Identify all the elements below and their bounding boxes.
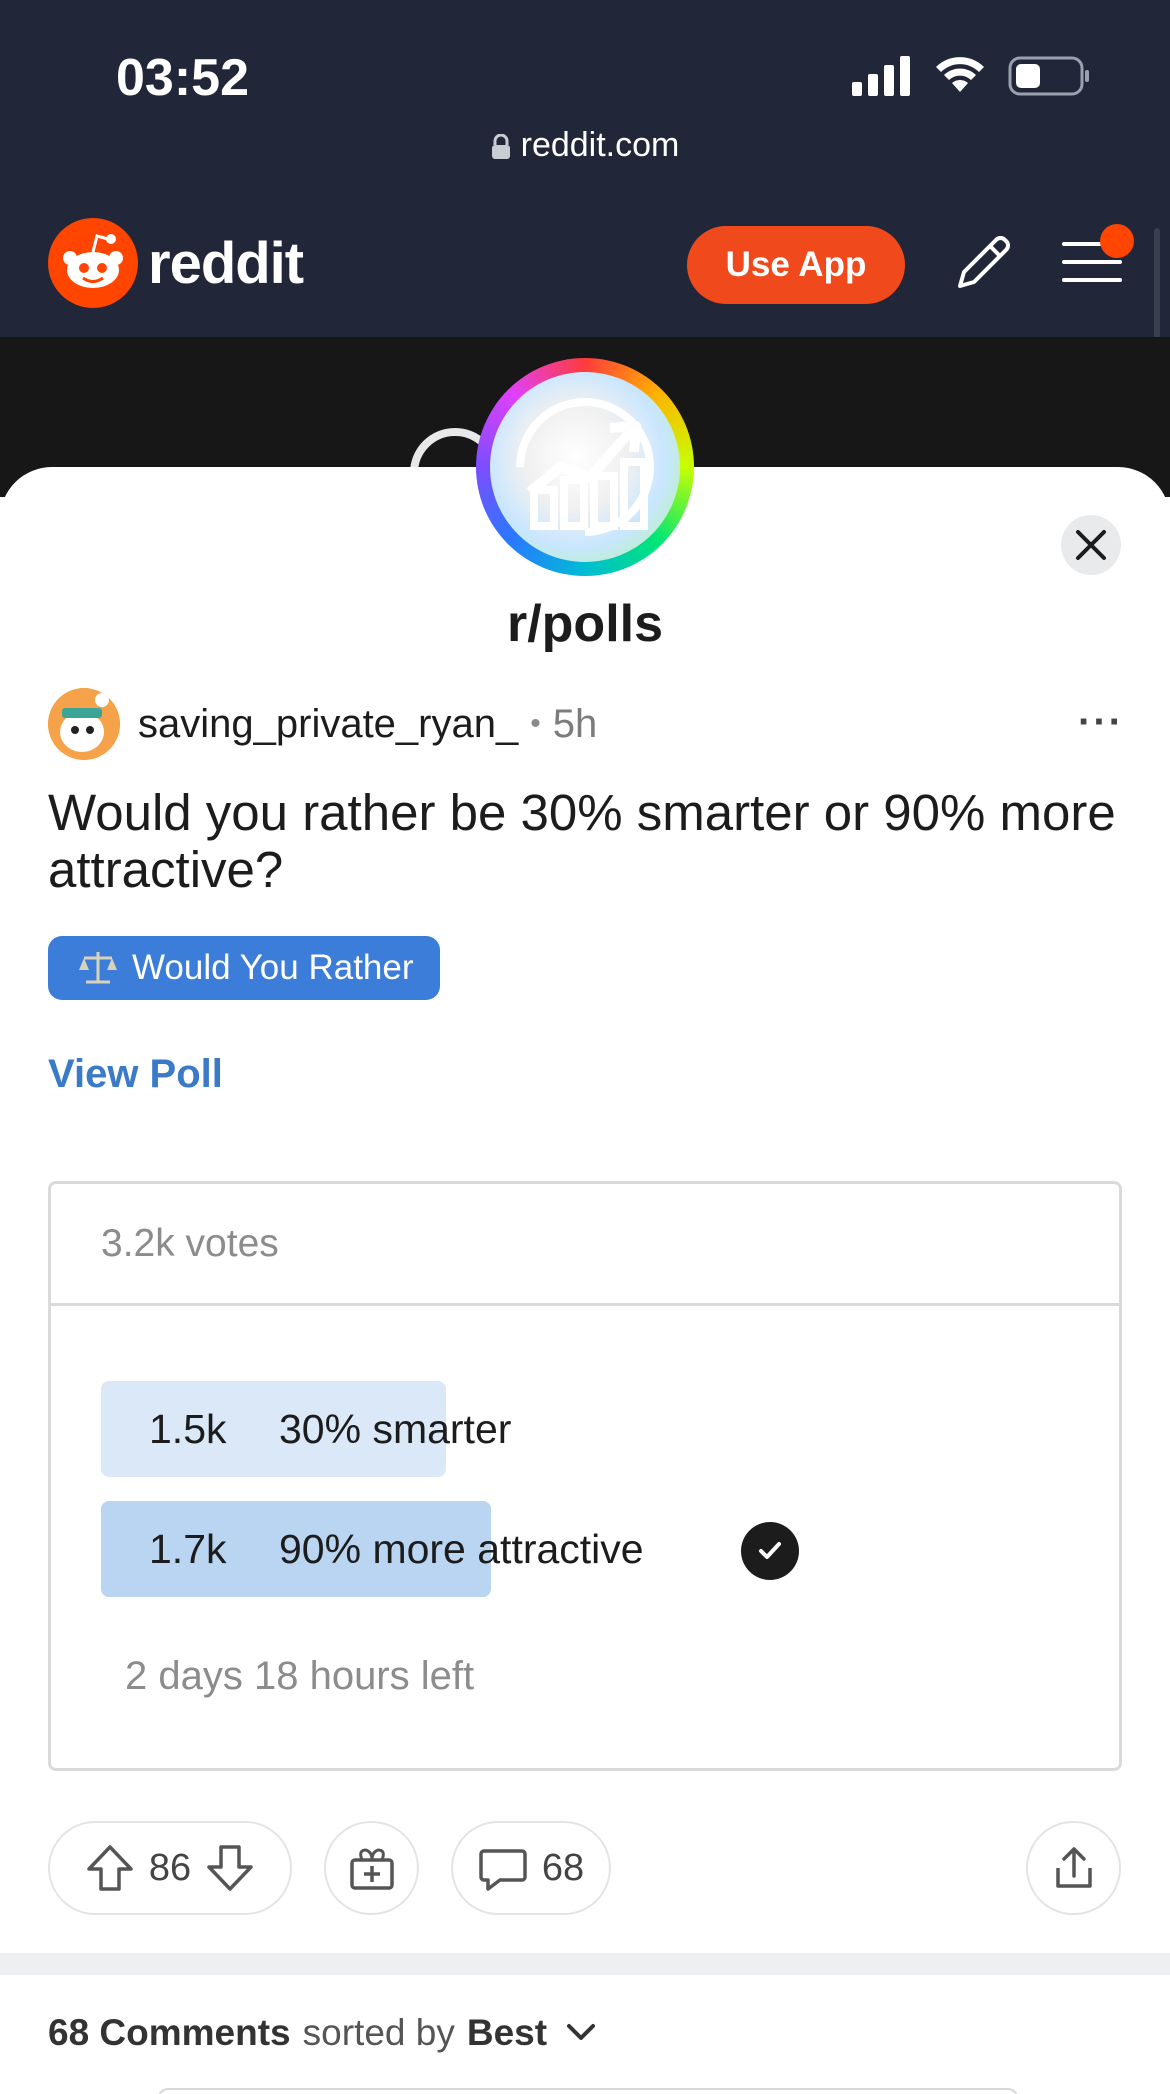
share-icon — [1055, 1847, 1092, 1888]
poll-option-label: 30% smarter — [279, 1405, 512, 1452]
comments-count-label: 68 Comments — [48, 2012, 291, 2053]
poll-option[interactable]: 1.5k 30% smarter — [101, 1381, 511, 1477]
notification-dot — [1100, 224, 1134, 258]
wifi-icon — [936, 57, 984, 92]
share-button[interactable] — [1026, 1821, 1121, 1915]
vote-score: 86 — [148, 1846, 192, 1889]
downvote-icon[interactable] — [205, 1843, 255, 1893]
chart-growth-icon — [516, 398, 654, 536]
comments-button[interactable]: 68 — [451, 1821, 611, 1915]
comment-input-preview[interactable] — [158, 2088, 1018, 2094]
author-name[interactable]: saving_private_ryan_ — [138, 702, 518, 747]
status-icons — [852, 56, 1090, 96]
avatar[interactable] — [48, 688, 120, 760]
poll-time-left: 2 days 18 hours left — [125, 1654, 475, 1698]
logo-text: reddit — [148, 230, 304, 296]
status-time: 03:52 — [116, 49, 249, 107]
close-icon — [1076, 530, 1106, 560]
balance-scale-icon — [79, 952, 117, 984]
post-title: Would you rather be 30% smarter or 90% m… — [48, 784, 1116, 898]
post-flair[interactable]: Would You Rather — [48, 936, 440, 1000]
sorted-by-label: sorted by — [302, 2012, 455, 2053]
pencil-icon[interactable] — [952, 232, 1014, 294]
comment-icon — [479, 1849, 527, 1891]
lock-icon — [491, 134, 510, 160]
gift-icon — [349, 1848, 394, 1890]
battery-icon — [1008, 56, 1089, 96]
comment-count: 68 — [541, 1846, 585, 1889]
chevron-down-icon — [567, 2024, 596, 2040]
url-bar[interactable]: reddit.com — [0, 126, 1170, 165]
sort-value: Best — [466, 2012, 548, 2053]
reddit-snoo-icon — [48, 218, 138, 308]
more-options-button[interactable]: ··· — [1078, 700, 1124, 745]
section-divider — [0, 1953, 1170, 1975]
reddit-logo[interactable]: reddit — [48, 218, 304, 308]
subreddit-name[interactable]: r/polls — [0, 594, 1170, 654]
vote-control: 86 — [48, 1821, 292, 1915]
top-bar: 03:52 reddit.com reddit Use App — [0, 0, 1170, 418]
selected-check-icon — [741, 1522, 799, 1580]
flair-label: Would You Rather — [132, 948, 414, 987]
poll-box: 3.2k votes 1.5k 30% smarter 1.7k 90% mor… — [48, 1181, 1122, 1771]
user-avatar-icon — [48, 688, 120, 760]
poll-option[interactable]: 1.7k 90% more attractive — [101, 1501, 644, 1597]
url-text: reddit.com — [520, 126, 680, 164]
comments-sort-bar[interactable]: 68 Comments sorted by Best — [48, 2012, 597, 2054]
view-poll-link[interactable]: View Poll — [48, 1052, 223, 1097]
post-age: 5h — [552, 701, 598, 746]
poll-option-count: 1.5k — [149, 1405, 227, 1452]
use-app-button[interactable]: Use App — [687, 226, 905, 304]
upvote-icon[interactable] — [85, 1843, 135, 1893]
award-button[interactable] — [324, 1821, 419, 1915]
meta-separator: • — [530, 707, 541, 740]
close-button[interactable] — [1061, 515, 1121, 575]
subreddit-icon[interactable] — [476, 358, 694, 576]
cellular-signal-icon — [852, 56, 910, 96]
poll-option-label: 90% more attractive — [279, 1525, 644, 1572]
poll-total-votes: 3.2k votes — [51, 1184, 1119, 1306]
poll-option-count: 1.7k — [149, 1525, 227, 1572]
post-meta: saving_private_ryan_ • 5h — [48, 688, 597, 760]
